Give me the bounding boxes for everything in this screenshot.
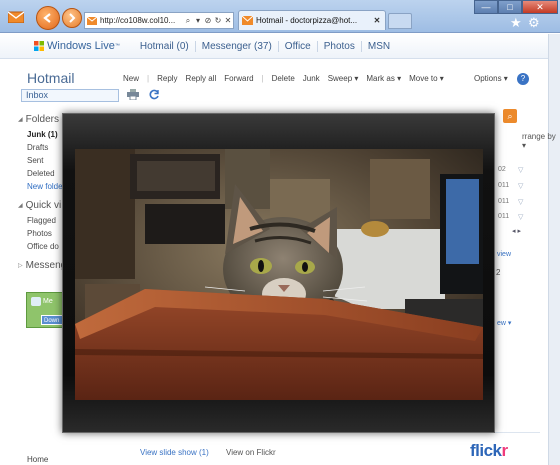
expand-icon: ▷ [18, 263, 23, 269]
dropdown-icon[interactable]: ▾ [193, 16, 203, 25]
download-button[interactable]: Down [41, 315, 63, 325]
nav-office[interactable]: Office [277, 40, 317, 52]
stop-icon[interactable]: ✕ [223, 16, 233, 25]
nav-messenger[interactable]: Messenger (37) [194, 40, 278, 52]
page-scrollbar[interactable] [548, 34, 560, 465]
sweep-menu[interactable]: Sweep ▾ [328, 74, 359, 83]
view-on-flickr-link[interactable]: View on Flickr [226, 448, 276, 457]
flag-icon[interactable]: ▽ [518, 166, 523, 174]
message-date: 011 [498, 182, 510, 189]
reply-button[interactable]: Reply [157, 74, 177, 83]
view-menu[interactable]: ew ▾ [497, 319, 511, 327]
new-button[interactable]: New [123, 74, 139, 83]
nav-msn[interactable]: MSN [360, 40, 396, 52]
view-link[interactable]: view [497, 251, 511, 258]
flickr-logo[interactable]: flickr [470, 441, 508, 461]
photo-lightbox[interactable] [62, 113, 495, 433]
hotmail-title: Hotmail [27, 70, 75, 86]
nav-hotmail[interactable]: Hotmail (0) [134, 41, 195, 52]
tools-gear-icon[interactable]: ⚙ [528, 15, 540, 31]
view-slide-show-link[interactable]: View slide show (1) [140, 448, 209, 457]
browser-toolbar: http://co108w.col10... ⌕ ▾ ⊘ ↻ ✕ Hotmail… [0, 0, 560, 33]
windows-live-text: Windows Live [47, 40, 115, 52]
move-to-menu[interactable]: Move to ▾ [409, 74, 444, 83]
nav-photos[interactable]: Photos [316, 40, 361, 52]
compat-icon[interactable]: ⊘ [203, 16, 213, 25]
message-date: 011 [498, 213, 510, 220]
flickr-logo-part: r [501, 441, 509, 460]
maximize-button[interactable]: □ [498, 0, 522, 14]
reply-all-button[interactable]: Reply all [186, 74, 217, 83]
cat-photo[interactable] [75, 149, 483, 400]
junk-button[interactable]: Junk [303, 74, 320, 83]
collapse-icon: ◢ [18, 117, 23, 123]
command-bar: New | Reply Reply all Forward | Delete J… [123, 73, 543, 85]
back-button[interactable] [36, 6, 60, 30]
collapse-icon: ◢ [18, 203, 23, 209]
inbox-folder[interactable]: Inbox [21, 89, 119, 102]
messenger-ad[interactable]: Me Down [26, 292, 66, 328]
print-icon[interactable] [127, 89, 139, 100]
address-text[interactable]: http://co108w.col10... [100, 16, 183, 25]
flag-icon[interactable]: ▽ [518, 213, 523, 221]
favorites-star-icon[interactable]: ★ [510, 15, 522, 31]
search-button-icon[interactable]: ⌕ [503, 109, 517, 123]
windows-flag-icon [34, 41, 44, 51]
pager[interactable]: ◂ ▸ [512, 227, 521, 235]
live-nav: Hotmail (0) Messenger (37) Office Photos… [134, 40, 396, 52]
tab-title: Hotmail - doctorpizza@hot... [256, 16, 358, 25]
message-count: 2 [496, 268, 501, 277]
ad-text: Me [43, 298, 53, 305]
refresh-mail-icon[interactable] [149, 89, 160, 100]
folders-heading-label: Folders [25, 114, 59, 125]
windows-live-header: Windows Live ™ Hotmail (0) Messenger (37)… [0, 34, 548, 59]
messenger-icon [31, 297, 41, 306]
sub-toolbar [127, 89, 160, 100]
cat-photo-image [75, 149, 483, 400]
new-tab-button[interactable] [388, 13, 412, 29]
tab-mail-icon [242, 16, 253, 25]
forward-arrow-icon [69, 13, 76, 23]
forward-button[interactable] [62, 8, 82, 28]
tab-hotmail[interactable]: Hotmail - doctorpizza@hot... ✕ [238, 10, 386, 30]
message-date: 02 [498, 166, 506, 173]
minimize-button[interactable]: — [474, 0, 498, 14]
quick-views-label: Quick vi [25, 200, 62, 211]
mark-as-menu[interactable]: Mark as ▾ [366, 74, 401, 83]
site-icon [87, 16, 97, 25]
flag-icon[interactable]: ▽ [518, 198, 523, 206]
help-icon[interactable]: ? [517, 73, 529, 85]
back-arrow-icon [43, 13, 51, 23]
search-icon[interactable]: ⌕ [183, 16, 193, 26]
refresh-icon[interactable]: ↻ [213, 16, 223, 25]
flickr-logo-part: flick [470, 441, 502, 460]
forward-mail-button[interactable]: Forward [224, 74, 253, 83]
windows-live-logo[interactable]: Windows Live ™ [34, 40, 120, 52]
close-window-button[interactable]: ✕ [522, 0, 558, 14]
flag-icon[interactable]: ▽ [518, 182, 523, 190]
messenger-label: Messeng [25, 260, 67, 271]
home-link[interactable]: Home [27, 455, 48, 464]
trademark: ™ [114, 43, 120, 49]
window-controls: — □ ✕ [474, 0, 558, 16]
options-menu[interactable]: Options ▾ [474, 74, 508, 83]
arrange-by-menu[interactable]: rrange by ▾ [522, 132, 560, 150]
mail-app-icon [8, 11, 24, 23]
delete-button[interactable]: Delete [272, 74, 295, 83]
address-bar[interactable]: http://co108w.col10... ⌕ ▾ ⊘ ↻ ✕ [84, 12, 234, 29]
message-date: 011 [498, 198, 510, 205]
tab-close-icon[interactable]: ✕ [372, 16, 382, 25]
